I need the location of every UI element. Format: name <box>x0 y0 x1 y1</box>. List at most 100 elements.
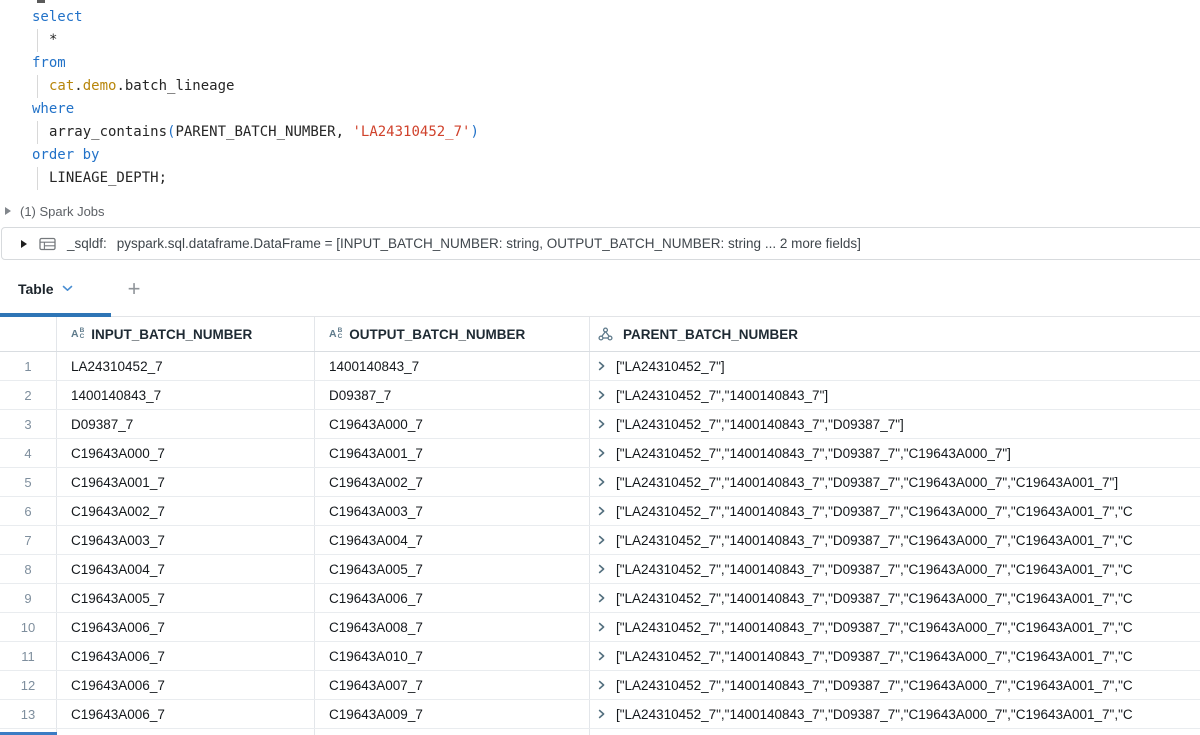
table-row[interactable]: 2 1400140843_7 D09387_7 ["LA24310452_7",… <box>0 381 1200 410</box>
parent-batch-cell[interactable]: ["LA24310452_7","1400140843_7","D09387_7… <box>590 439 1200 467</box>
row-number: 10 <box>0 613 57 641</box>
spark-jobs-row[interactable]: (1) Spark Jobs <box>5 202 105 220</box>
parent-batch-cell[interactable]: ["LA24310452_7","1400140843_7","D09387_7… <box>590 410 1200 438</box>
column-header-label: PARENT_BATCH_NUMBER <box>623 327 798 342</box>
output-batch-cell[interactable]: C19643A007_7 <box>315 671 590 699</box>
parent-batch-value: ["LA24310452_7","1400140843_7","D09387_7… <box>616 678 1133 693</box>
input-batch-cell[interactable]: C19643A006_7 <box>57 642 315 670</box>
code-line[interactable]: order by <box>32 144 479 167</box>
sqldf-summary-row[interactable]: _sqldf: pyspark.sql.dataframe.DataFrame … <box>1 227 1200 260</box>
code-line[interactable]: LINEAGE_DEPTH; <box>32 167 479 190</box>
output-batch-cell[interactable]: C19643A006_7 <box>315 584 590 612</box>
expand-chevron-icon[interactable] <box>597 709 606 719</box>
parent-batch-cell[interactable]: ["LA24310452_7","1400140843_7","D09387_7… <box>590 468 1200 496</box>
row-number: 5 <box>0 468 57 496</box>
code-token: select <box>32 9 83 25</box>
output-batch-cell[interactable]: C19643A003_7 <box>315 497 590 525</box>
expand-chevron-icon[interactable] <box>597 593 606 603</box>
expand-triangle-icon[interactable] <box>21 240 27 248</box>
table-row[interactable]: 4 C19643A000_7 C19643A001_7 ["LA24310452… <box>0 439 1200 468</box>
column-header-output-batch-number[interactable]: ABC OUTPUT_BATCH_NUMBER <box>315 317 590 351</box>
output-batch-cell[interactable]: C19643A010_7 <box>315 642 590 670</box>
table-row[interactable]: 5 C19643A001_7 C19643A002_7 ["LA24310452… <box>0 468 1200 497</box>
input-batch-cell[interactable]: LA24310452_7 <box>57 352 315 380</box>
code-line[interactable]: where <box>32 98 479 121</box>
expand-chevron-icon[interactable] <box>597 535 606 545</box>
input-batch-cell[interactable]: C19643A006_7 <box>57 700 315 728</box>
output-batch-cell[interactable]: C19643A000_7 <box>315 410 590 438</box>
column-header-input-batch-number[interactable]: ABC INPUT_BATCH_NUMBER <box>57 317 315 351</box>
output-batch-cell[interactable]: C19643A001_7 <box>315 439 590 467</box>
parent-batch-cell[interactable]: ["LA24310452_7","1400140843_7","D09387_7… <box>590 555 1200 583</box>
expand-chevron-icon[interactable] <box>597 651 606 661</box>
table-row[interactable]: 3 D09387_7 C19643A000_7 ["LA24310452_7",… <box>0 410 1200 439</box>
input-batch-cell[interactable]: C19643A002_7 <box>57 497 315 525</box>
code-line[interactable]: select <box>32 6 479 29</box>
table-row[interactable]: 9 C19643A005_7 C19643A006_7 ["LA24310452… <box>0 584 1200 613</box>
input-batch-cell[interactable]: D09387_7 <box>57 410 315 438</box>
input-batch-cell[interactable]: C19643A006_7 <box>57 671 315 699</box>
output-batch-cell[interactable]: C19643A004_7 <box>315 526 590 554</box>
parent-batch-cell[interactable]: ["LA24310452_7","1400140843_7"] <box>590 381 1200 409</box>
input-batch-cell[interactable]: C19643A004_7 <box>57 555 315 583</box>
parent-batch-cell[interactable]: ["LA24310452_7"] <box>590 352 1200 380</box>
parent-batch-value: ["LA24310452_7","1400140843_7","D09387_7… <box>616 591 1133 606</box>
expand-chevron-icon[interactable] <box>597 680 606 690</box>
code-token: PARENT_BATCH_NUMBER, <box>175 124 352 140</box>
parent-batch-cell[interactable] <box>590 729 1200 735</box>
code-line[interactable]: from <box>32 52 479 75</box>
code-token: 'LA24310452_7' <box>352 124 470 140</box>
parent-batch-cell[interactable]: ["LA24310452_7","1400140843_7","D09387_7… <box>590 526 1200 554</box>
table-row[interactable]: 6 C19643A002_7 C19643A003_7 ["LA24310452… <box>0 497 1200 526</box>
code-token: .batch_lineage <box>116 78 234 94</box>
output-batch-cell[interactable]: C19643A002_7 <box>315 468 590 496</box>
table-row[interactable]: 8 C19643A004_7 C19643A005_7 ["LA24310452… <box>0 555 1200 584</box>
table-row[interactable]: 13 C19643A006_7 C19643A009_7 ["LA2431045… <box>0 700 1200 729</box>
spark-jobs-label: (1) Spark Jobs <box>20 204 105 219</box>
expand-chevron-icon[interactable] <box>597 419 606 429</box>
expand-chevron-icon[interactable] <box>597 564 606 574</box>
table-row[interactable]: 1 LA24310452_7 1400140843_7 ["LA24310452… <box>0 352 1200 381</box>
input-batch-cell[interactable]: 1400140843_7 <box>57 381 315 409</box>
string-type-icon: ABC <box>329 328 342 340</box>
table-row[interactable] <box>0 729 1200 735</box>
input-batch-cell[interactable] <box>57 729 315 735</box>
output-batch-cell[interactable]: C19643A009_7 <box>315 700 590 728</box>
expand-triangle-icon[interactable] <box>5 207 11 215</box>
input-batch-cell[interactable]: C19643A003_7 <box>57 526 315 554</box>
expand-chevron-icon[interactable] <box>597 506 606 516</box>
input-batch-cell[interactable]: C19643A000_7 <box>57 439 315 467</box>
input-batch-cell[interactable]: C19643A006_7 <box>57 613 315 641</box>
add-visualization-button[interactable]: + <box>120 275 148 303</box>
output-batch-cell[interactable]: C19643A008_7 <box>315 613 590 641</box>
column-header-parent-batch-number[interactable]: PARENT_BATCH_NUMBER <box>590 317 1200 351</box>
table-row[interactable]: 11 C19643A006_7 C19643A010_7 ["LA2431045… <box>0 642 1200 671</box>
parent-batch-cell[interactable]: ["LA24310452_7","1400140843_7","D09387_7… <box>590 497 1200 525</box>
expand-chevron-icon[interactable] <box>597 622 606 632</box>
tab-table[interactable]: Table <box>0 261 111 316</box>
input-batch-cell[interactable]: C19643A001_7 <box>57 468 315 496</box>
output-batch-cell[interactable]: 1400140843_7 <box>315 352 590 380</box>
sql-editor[interactable]: select *fromcat.demo.batch_lineagewherear… <box>32 6 479 190</box>
table-row[interactable]: 10 C19643A006_7 C19643A008_7 ["LA2431045… <box>0 613 1200 642</box>
output-batch-cell[interactable] <box>315 729 590 735</box>
parent-batch-cell[interactable]: ["LA24310452_7","1400140843_7","D09387_7… <box>590 700 1200 728</box>
parent-batch-cell[interactable]: ["LA24310452_7","1400140843_7","D09387_7… <box>590 613 1200 641</box>
expand-chevron-icon[interactable] <box>597 390 606 400</box>
expand-chevron-icon[interactable] <box>597 361 606 371</box>
table-row[interactable]: 7 C19643A003_7 C19643A004_7 ["LA24310452… <box>0 526 1200 555</box>
parent-batch-cell[interactable]: ["LA24310452_7","1400140843_7","D09387_7… <box>590 584 1200 612</box>
output-batch-cell[interactable]: D09387_7 <box>315 381 590 409</box>
parent-batch-cell[interactable]: ["LA24310452_7","1400140843_7","D09387_7… <box>590 642 1200 670</box>
expand-chevron-icon[interactable] <box>597 477 606 487</box>
code-line[interactable]: cat.demo.batch_lineage <box>32 75 479 98</box>
row-number: 9 <box>0 584 57 612</box>
row-number: 1 <box>0 352 57 380</box>
code-line[interactable]: * <box>32 29 479 52</box>
output-batch-cell[interactable]: C19643A005_7 <box>315 555 590 583</box>
input-batch-cell[interactable]: C19643A005_7 <box>57 584 315 612</box>
table-row[interactable]: 12 C19643A006_7 C19643A007_7 ["LA2431045… <box>0 671 1200 700</box>
code-line[interactable]: array_contains(PARENT_BATCH_NUMBER, 'LA2… <box>32 121 479 144</box>
parent-batch-cell[interactable]: ["LA24310452_7","1400140843_7","D09387_7… <box>590 671 1200 699</box>
expand-chevron-icon[interactable] <box>597 448 606 458</box>
